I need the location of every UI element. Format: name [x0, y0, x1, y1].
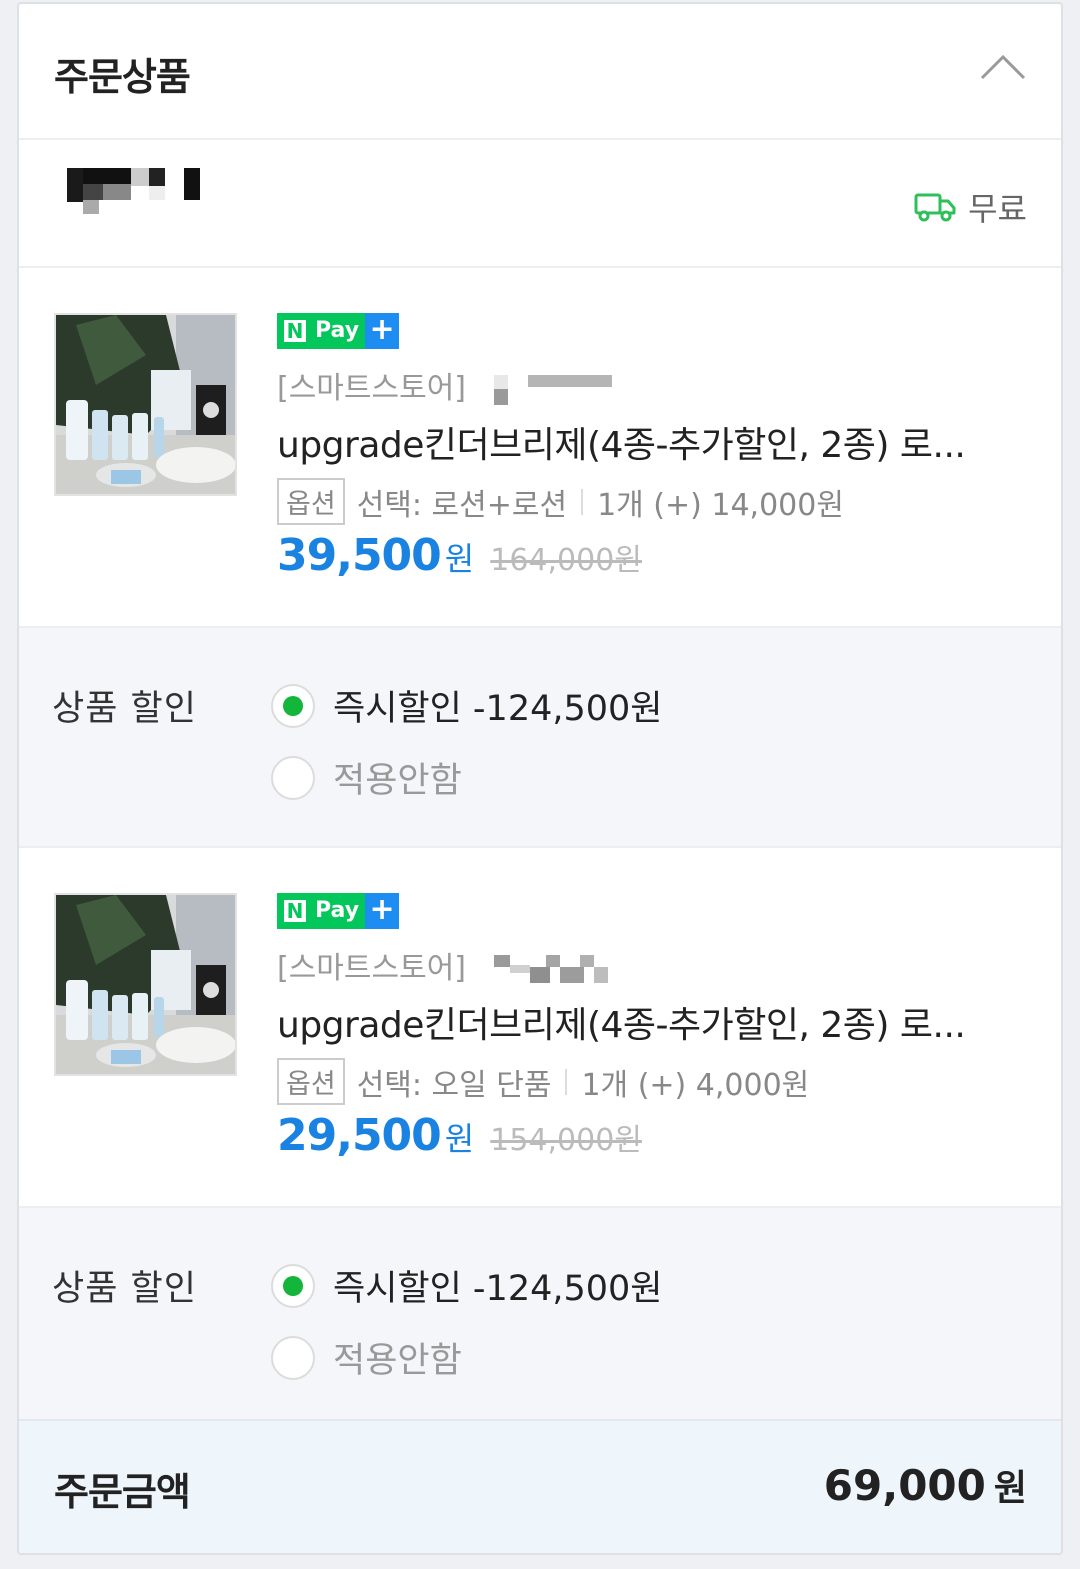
- discount-label: 상품 할인: [52, 1269, 197, 1309]
- product-title[interactable]: upgrade킨더브리제(4종-추가할인, 2종) 로...: [277, 996, 1027, 1048]
- radio-unselected[interactable]: [271, 1335, 315, 1380]
- radio-selected[interactable]: [271, 1263, 315, 1308]
- truck-icon: [914, 193, 956, 222]
- option-quantity: 1개 (+) 4,000원: [581, 1067, 810, 1103]
- order-item: N Pay + [스마트스토어] upgrade킨더브리제(4종-추가할인, 2…: [19, 848, 1061, 1208]
- order-total-value: 69,000: [823, 1461, 986, 1510]
- option-row: 옵션 선택: 오일 단품 1개 (+) 4,000원: [277, 1058, 809, 1105]
- product-title[interactable]: upgrade킨더브리제(4종-추가할인, 2종) 로...: [277, 416, 1027, 468]
- order-items-card: 주문상품 무료 N Pay + [스마트스토어] upgrade킨더브리제(4종…: [17, 2, 1063, 1555]
- option-text: 선택: 오일 단품: [356, 1067, 552, 1103]
- npay-plus-badge: N Pay +: [277, 893, 400, 929]
- shipping-info: 무료: [914, 184, 1027, 230]
- sale-price-unit: 원: [444, 540, 475, 578]
- price-row: 29,500 원 154,000원: [277, 1110, 642, 1161]
- option-quantity: 1개 (+) 14,000원: [597, 487, 844, 523]
- sale-price: 29,500: [277, 1110, 442, 1161]
- divider: [581, 488, 584, 515]
- sale-price-unit: 원: [444, 1120, 475, 1158]
- seller-name-blurred: [67, 168, 207, 214]
- store-label: [스마트스토어]: [277, 363, 624, 407]
- option-tag: 옵션: [277, 478, 345, 525]
- chevron-up-icon[interactable]: [979, 52, 1027, 82]
- npay-plus-badge: N Pay +: [277, 313, 400, 349]
- order-item: N Pay + [스마트스토어] upgrade킨더브리제(4종-추가할인, 2…: [19, 268, 1061, 628]
- discount-label: 상품 할인: [52, 689, 197, 729]
- product-thumbnail[interactable]: [54, 313, 237, 496]
- divider: [565, 1068, 568, 1095]
- price-row: 39,500 원 164,000원: [277, 530, 642, 581]
- product-thumbnail[interactable]: [54, 893, 237, 1076]
- store-name-blurred: [493, 954, 608, 983]
- order-total-row: 주문금액 69,000 원: [19, 1419, 1061, 1553]
- order-total-amount: 69,000 원: [824, 1459, 1027, 1511]
- discount-option-none[interactable]: 적용안함: [271, 752, 462, 803]
- discount-option-instant[interactable]: 즉시할인 -124,500원: [271, 680, 663, 731]
- option-row: 옵션 선택: 로션+로션 1개 (+) 14,000원: [277, 478, 844, 525]
- shipping-fee-label: 무료: [968, 190, 1027, 228]
- sale-price: 39,500: [277, 530, 442, 581]
- order-total-unit: 원: [993, 1468, 1027, 1509]
- discount-option-none[interactable]: 적용안함: [271, 1332, 462, 1383]
- option-tag: 옵션: [277, 1058, 345, 1105]
- seller-row: 무료: [19, 140, 1061, 268]
- original-price: 164,000원: [490, 543, 642, 578]
- original-price: 154,000원: [490, 1123, 642, 1158]
- npay-n-icon: N: [277, 313, 313, 349]
- radio-selected[interactable]: [271, 683, 315, 728]
- radio-unselected[interactable]: [271, 755, 315, 800]
- order-total-label: 주문금액: [54, 1470, 191, 1514]
- store-name-blurred: [493, 374, 612, 405]
- option-text: 선택: 로션+로션: [356, 487, 568, 523]
- store-label: [스마트스토어]: [277, 943, 624, 987]
- product-discount-section: 상품 할인 즉시할인 -124,500원 적용안함: [19, 1208, 1061, 1428]
- product-discount-section: 상품 할인 즉시할인 -124,500원 적용안함: [19, 628, 1061, 848]
- npay-n-icon: N: [277, 893, 313, 929]
- page-title: 주문상품: [54, 55, 191, 99]
- order-items-header[interactable]: 주문상품: [19, 4, 1061, 140]
- discount-option-instant[interactable]: 즉시할인 -124,500원: [271, 1260, 663, 1311]
